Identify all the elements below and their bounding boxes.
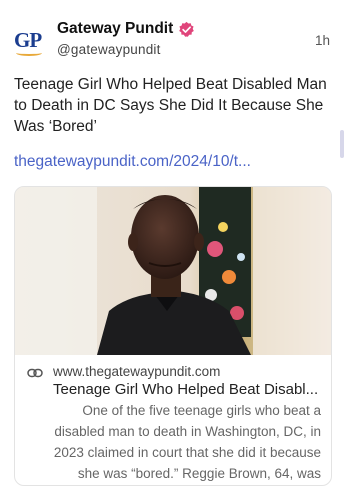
card-description: One of the five teenage girls who beat a… bbox=[53, 403, 321, 481]
author-handle[interactable]: @gatewaypundit bbox=[57, 42, 161, 57]
link-preview-card[interactable]: www.thegatewaypundit.com Teenage Girl Wh… bbox=[14, 186, 332, 486]
card-domain: www.thegatewaypundit.com bbox=[53, 364, 221, 379]
post-text: Teenage Girl Who Helped Beat Disabled Ma… bbox=[14, 76, 327, 135]
verified-badge-icon bbox=[179, 21, 195, 37]
card-image bbox=[15, 187, 331, 355]
avatar[interactable]: GP bbox=[14, 24, 48, 58]
scrollbar[interactable] bbox=[340, 130, 344, 158]
author-display-name[interactable]: Gateway Pundit bbox=[57, 20, 173, 38]
author-name-row: Gateway Pundit bbox=[57, 20, 195, 38]
post-link[interactable]: thegatewaypundit.com/2024/10/t... bbox=[14, 153, 251, 171]
avatar-swoosh bbox=[16, 50, 42, 56]
post[interactable]: GP Gateway Pundit @gatewaypundit 1h Teen… bbox=[0, 0, 346, 500]
post-timestamp[interactable]: 1h bbox=[315, 33, 330, 48]
card-title[interactable]: Teenage Girl Who Helped Beat Disabl... bbox=[53, 381, 318, 398]
link-icon bbox=[27, 368, 43, 378]
